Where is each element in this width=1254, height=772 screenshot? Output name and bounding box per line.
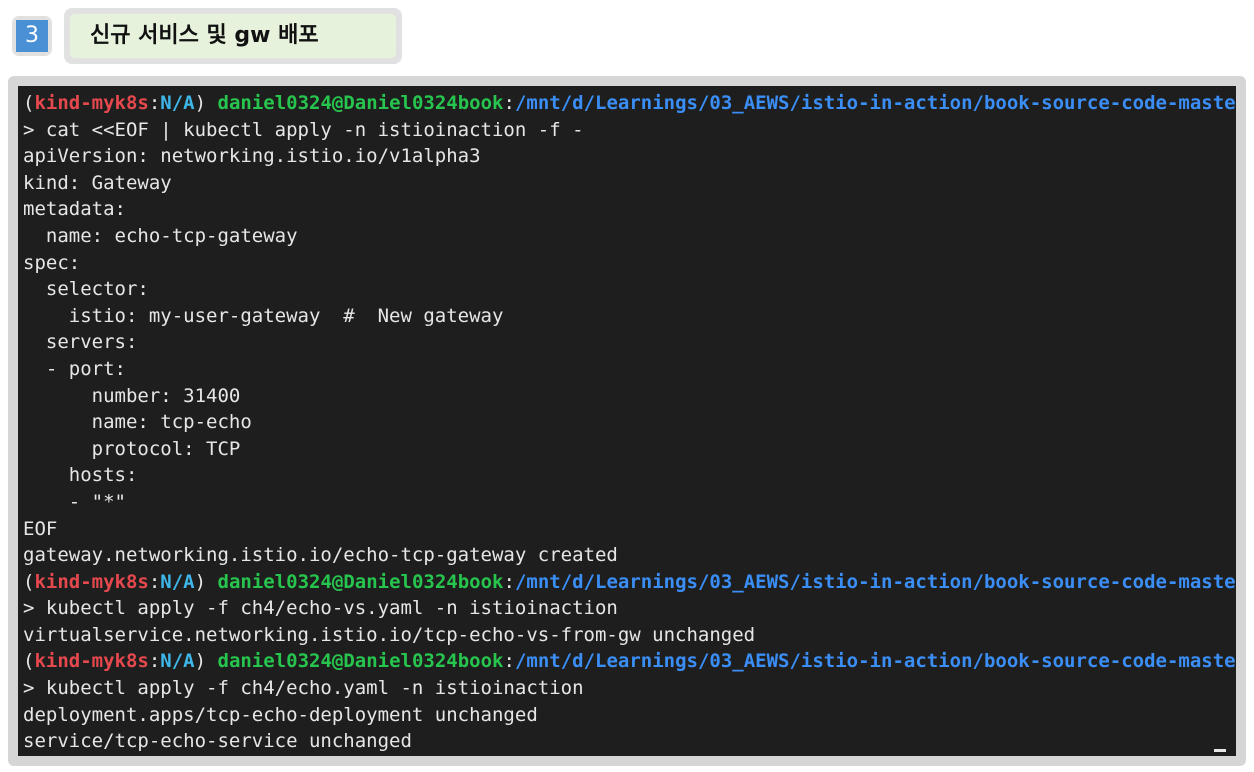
- section-title: 신규 서비스 및 gw 배포: [90, 23, 319, 48]
- command-line: > kubectl apply -f ch4/echo.yaml -n isti…: [23, 677, 584, 700]
- command-line: > kubectl apply -f ch4/echo-vs.yaml -n i…: [23, 597, 618, 620]
- output-line: - port:: [23, 357, 126, 380]
- terminal-window[interactable]: (kind-myk8s:N/A) daniel0324@Daniel0324bo…: [18, 86, 1236, 756]
- output-line: spec:: [23, 251, 81, 274]
- output-line: apiVersion: networking.istio.io/v1alpha3: [23, 145, 481, 168]
- command-line: > cat <<EOF | kubectl apply -n istioinac…: [23, 118, 584, 141]
- step-badge: 3: [12, 16, 52, 56]
- prompt-line: (kind-myk8s:N/A) daniel0324@Daniel0324bo…: [23, 650, 1236, 673]
- output-line: gateway.networking.istio.io/echo-tcp-gat…: [23, 544, 618, 567]
- text-cursor: [1214, 749, 1226, 752]
- output-line: metadata:: [23, 198, 126, 221]
- output-line: virtualservice.networking.istio.io/tcp-e…: [23, 623, 756, 646]
- output-line: protocol: TCP: [23, 437, 241, 460]
- prompt-line: (kind-myk8s:N/A) daniel0324@Daniel0324bo…: [23, 570, 1236, 593]
- section-header: 3 신규 서비스 및 gw 배포: [0, 0, 1254, 72]
- output-line: kind: Gateway: [23, 171, 172, 194]
- output-line: hosts:: [23, 464, 138, 487]
- output-line: istio: my-user-gateway # New gateway: [23, 304, 504, 327]
- title-frame: 신규 서비스 및 gw 배포: [64, 8, 402, 64]
- output-line: service/tcp-echo-service unchanged: [23, 730, 412, 753]
- output-line: number: 31400: [23, 384, 241, 407]
- output-line: EOF: [23, 517, 58, 540]
- output-line: deployment.apps/tcp-echo-deployment unch…: [23, 703, 538, 726]
- prompt-line: (kind-myk8s:N/A) daniel0324@Daniel0324bo…: [23, 92, 1236, 114]
- step-number: 3: [16, 20, 48, 52]
- output-line: name: echo-tcp-gateway: [23, 224, 298, 247]
- title-box: 신규 서비스 및 gw 배포: [70, 14, 396, 58]
- output-line: - "*": [23, 490, 126, 513]
- output-line: servers:: [23, 331, 138, 354]
- output-line: selector:: [23, 278, 149, 301]
- terminal-output: (kind-myk8s:N/A) daniel0324@Daniel0324bo…: [23, 90, 1236, 755]
- output-line: name: tcp-echo: [23, 411, 252, 434]
